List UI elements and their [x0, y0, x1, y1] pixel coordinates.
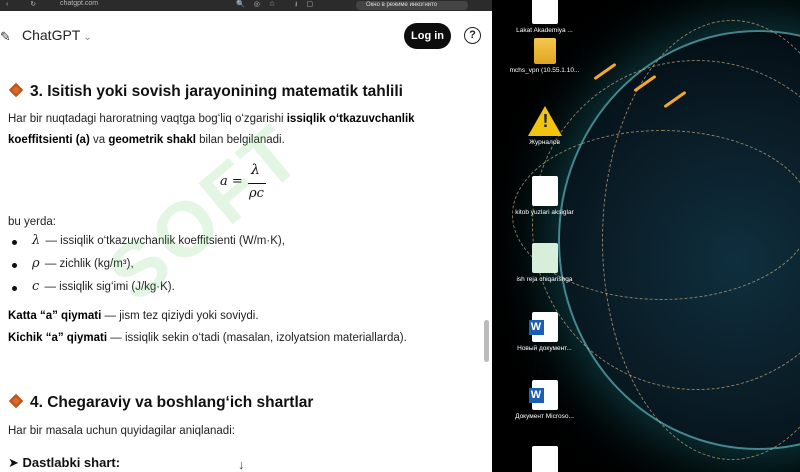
document-icon: [531, 0, 558, 24]
browser-window: ‹ ↻ chatgpt.com 🔍◎☆ ⭳▢ Окно в режиме инк…: [0, 0, 492, 472]
incognito-badge: Окно в режиме инкогнито: [356, 1, 468, 10]
nav-buttons[interactable]: ‹ ↻: [6, 0, 46, 8]
paragraph-2: Har bir masala uchun quyidagilar aniqlan…: [8, 425, 235, 437]
help-icon[interactable]: ?: [464, 27, 481, 44]
document-icon: [531, 243, 558, 273]
list-item: ρ — zichlik (kg/m³),: [8, 256, 285, 279]
folder-icon: [533, 38, 556, 64]
scroll-down-icon[interactable]: ↓: [238, 457, 245, 472]
word-document-icon: W: [528, 312, 558, 342]
list-item: λ — issiqlik o‘tkazuvchanlik koeffitsien…: [8, 233, 285, 256]
browser-toolbar: ‹ ↻ chatgpt.com 🔍◎☆ ⭳▢ Окно в режиме инк…: [0, 0, 492, 11]
kichik-line: Kichik “a” qiymati — issiqlik sekin o‘ta…: [8, 332, 407, 344]
chevron-down-icon: ⌄: [83, 32, 92, 43]
desktop-icon[interactable]: ish reja chiqarishga: [507, 243, 582, 284]
section-4-heading: 4. Chegaraviy va boshlang‘ich shartlar: [8, 393, 313, 412]
formula-numerator: λ: [251, 162, 260, 178]
paragraph-1: Har bir nuqtadagi haroratning vaqtga bog…: [8, 113, 415, 146]
fraction-bar: [248, 183, 266, 184]
formula: a = λ ρc: [220, 162, 280, 202]
diamond-icon: [8, 82, 24, 98]
light-streak: [593, 62, 617, 81]
chat-header: ✎ ChatGPT ⌄ Log in ?: [0, 11, 492, 61]
document-icon: [531, 176, 558, 206]
model-name: ChatGPT: [22, 27, 81, 43]
variable-list: λ — issiqlik o‘tkazuvchanlik koeffitsien…: [8, 233, 285, 302]
address-bar[interactable]: chatgpt.com: [60, 0, 98, 7]
desktop-icon[interactable]: Lakat Akademiya ...: [507, 0, 582, 35]
warning-icon: !: [527, 106, 562, 136]
desktop-icon[interactable]: W Новый документ...: [507, 312, 582, 353]
desktop-icon[interactable]: kitob yuzlari aksiglar: [507, 176, 582, 217]
desktop-icon[interactable]: ! Журналов: [507, 106, 582, 147]
section-3-heading: 3. Isitish yoki sovish jarayonining mate…: [8, 82, 403, 101]
formula-denominator: ρc: [249, 186, 264, 201]
diamond-icon: [8, 393, 24, 409]
bu-yerda-label: bu yerda:: [8, 216, 56, 228]
document-icon: [531, 446, 558, 472]
toolbar-icons[interactable]: 🔍◎☆ ⭳▢: [236, 0, 322, 11]
login-button[interactable]: Log in: [404, 23, 451, 49]
word-document-icon: W: [528, 380, 558, 410]
desktop-icon[interactable]: mchs_vpn (10.55.1.10...: [507, 38, 582, 75]
desktop-icon[interactable]: [507, 446, 582, 472]
list-item: c — issiqlik sig‘imi (J/kg·K).: [8, 279, 285, 302]
scrollbar[interactable]: [484, 320, 489, 362]
formula-lhs: a =: [220, 174, 243, 189]
desktop-icon[interactable]: W Документ Microso...: [507, 380, 582, 421]
desktop: Lakat Akademiya ... mchs_vpn (10.55.1.10…: [492, 0, 800, 472]
katta-line: Katta “a” qiymati — jism tez qiziydi yok…: [8, 310, 259, 322]
edit-icon[interactable]: ✎: [0, 29, 11, 45]
dastlabki-heading: ➤ Dastlabki shart:: [8, 455, 121, 470]
model-picker[interactable]: ChatGPT ⌄: [22, 27, 92, 43]
